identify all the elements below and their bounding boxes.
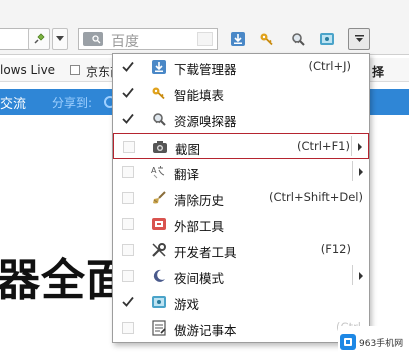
camera-icon [151,138,169,156]
menu-item-games[interactable]: 游戏 [113,289,369,315]
external-tools-icon [150,215,168,233]
check-icon [121,294,135,308]
menu-item-label: 外部工具 [174,219,225,234]
menu-item-label: 资源嗅探器 [174,114,237,129]
key-icon [150,84,168,102]
pin-button[interactable] [28,28,50,50]
wrench-icon [150,241,168,259]
translate-icon: A [150,163,168,181]
menu-item-label: 截图 [175,142,201,157]
menu-item-smart-fill[interactable]: 智能填表 [113,80,369,106]
tools-dropdown-menu: 下载管理器 (Ctrl+J) 智能填表 资源嗅探器 截图 (Ctrl+F1) A… [112,53,370,343]
check-icon [121,111,135,125]
menu-item-label: 夜间模式 [174,271,225,286]
notepad-icon [150,319,168,337]
checkbox-unchecked [123,141,135,153]
broom-icon [150,189,168,207]
menu-item-developer-tools[interactable]: 开发者工具 (F12) [113,237,369,263]
menu-item-shortcut: (F12) [320,242,351,256]
submenu-divider [352,265,353,285]
checkbox-unchecked [122,270,134,282]
menu-item-notepad[interactable]: 傲游记事本 (Ctrl [113,315,369,341]
game-toolbar-button[interactable] [318,30,336,48]
autofill-toolbar-button[interactable] [258,30,276,48]
menu-item-resource-sniffer[interactable]: 资源嗅探器 [113,106,369,132]
sniffer-icon [292,33,305,46]
search-box[interactable]: 百度 [78,28,218,50]
url-dropdown-button[interactable] [52,28,68,50]
moon-icon [150,267,168,285]
menu-item-night-mode[interactable]: 夜间模式 [113,263,369,289]
menu-item-shortcut: (Ctrl+F1) [296,139,350,153]
submenu-arrow-icon[interactable] [359,272,363,280]
checkbox-unchecked [122,192,134,204]
chevron-down-icon [56,36,64,41]
menu-item-label: 翻译 [174,167,200,182]
menu-item-label: 下载管理器 [174,62,237,77]
nav-exchange-link[interactable]: 交流 [0,93,26,112]
menu-item-shortcut: (Ctrl+J) [308,59,351,73]
submenu-divider [351,136,352,156]
browser-toolbar: 百度 [0,0,409,55]
watermark-text: 963手机网 [359,338,404,349]
search-go-button[interactable] [197,32,213,46]
submenu-arrow-icon[interactable] [359,168,363,176]
menu-item-label: 游戏 [174,297,200,312]
pin-icon [34,33,45,44]
bookmark-overflow-text[interactable]: 择 [372,63,384,80]
bookmark-windows-live[interactable]: lows Live [0,63,55,77]
menu-item-label: 开发者工具 [174,245,237,260]
download-icon [231,32,245,46]
search-input[interactable]: 百度 [111,31,139,51]
download-icon [150,58,168,76]
share-label: 分享到: [52,96,93,110]
check-icon [121,85,135,99]
submenu-arrow-icon[interactable] [358,143,362,151]
sniffer-toolbar-button[interactable] [289,30,307,48]
download-toolbar-button[interactable] [229,30,247,48]
tools-menu-button[interactable] [348,28,370,50]
watermark-logo-icon [340,334,356,350]
sniffer-icon [150,110,168,128]
check-icon [121,59,135,73]
game-icon [150,293,168,311]
search-engine-icon[interactable] [83,32,103,46]
menu-item-translate[interactable]: A 翻译 [113,159,369,185]
menu-item-label: 傲游记事本 [174,323,237,338]
menu-item-shortcut: (Ctrl+Shift+Del) [269,190,363,204]
menu-item-label: 清除历史 [174,193,225,208]
bookmark-folder-icon [70,65,80,75]
svg-text:A: A [151,166,157,175]
menu-item-external-tools[interactable]: 外部工具 [113,211,369,237]
game-icon [320,33,334,45]
watermark: 963手机网 [338,326,406,358]
checkbox-unchecked [122,322,134,334]
menu-chevron-icon [354,35,364,42]
search-icon [92,34,101,43]
checkbox-unchecked [122,218,134,230]
checkbox-unchecked [122,244,134,256]
menu-item-download-manager[interactable]: 下载管理器 (Ctrl+J) [113,54,369,80]
menu-item-label: 智能填表 [174,88,225,103]
checkbox-unchecked [122,166,134,178]
menu-item-screenshot[interactable]: 截图 (Ctrl+F1) [113,133,369,159]
menu-item-clear-history[interactable]: 清除历史 (Ctrl+Shift+Del) [113,185,369,211]
submenu-divider [352,161,353,181]
key-icon [260,33,273,46]
